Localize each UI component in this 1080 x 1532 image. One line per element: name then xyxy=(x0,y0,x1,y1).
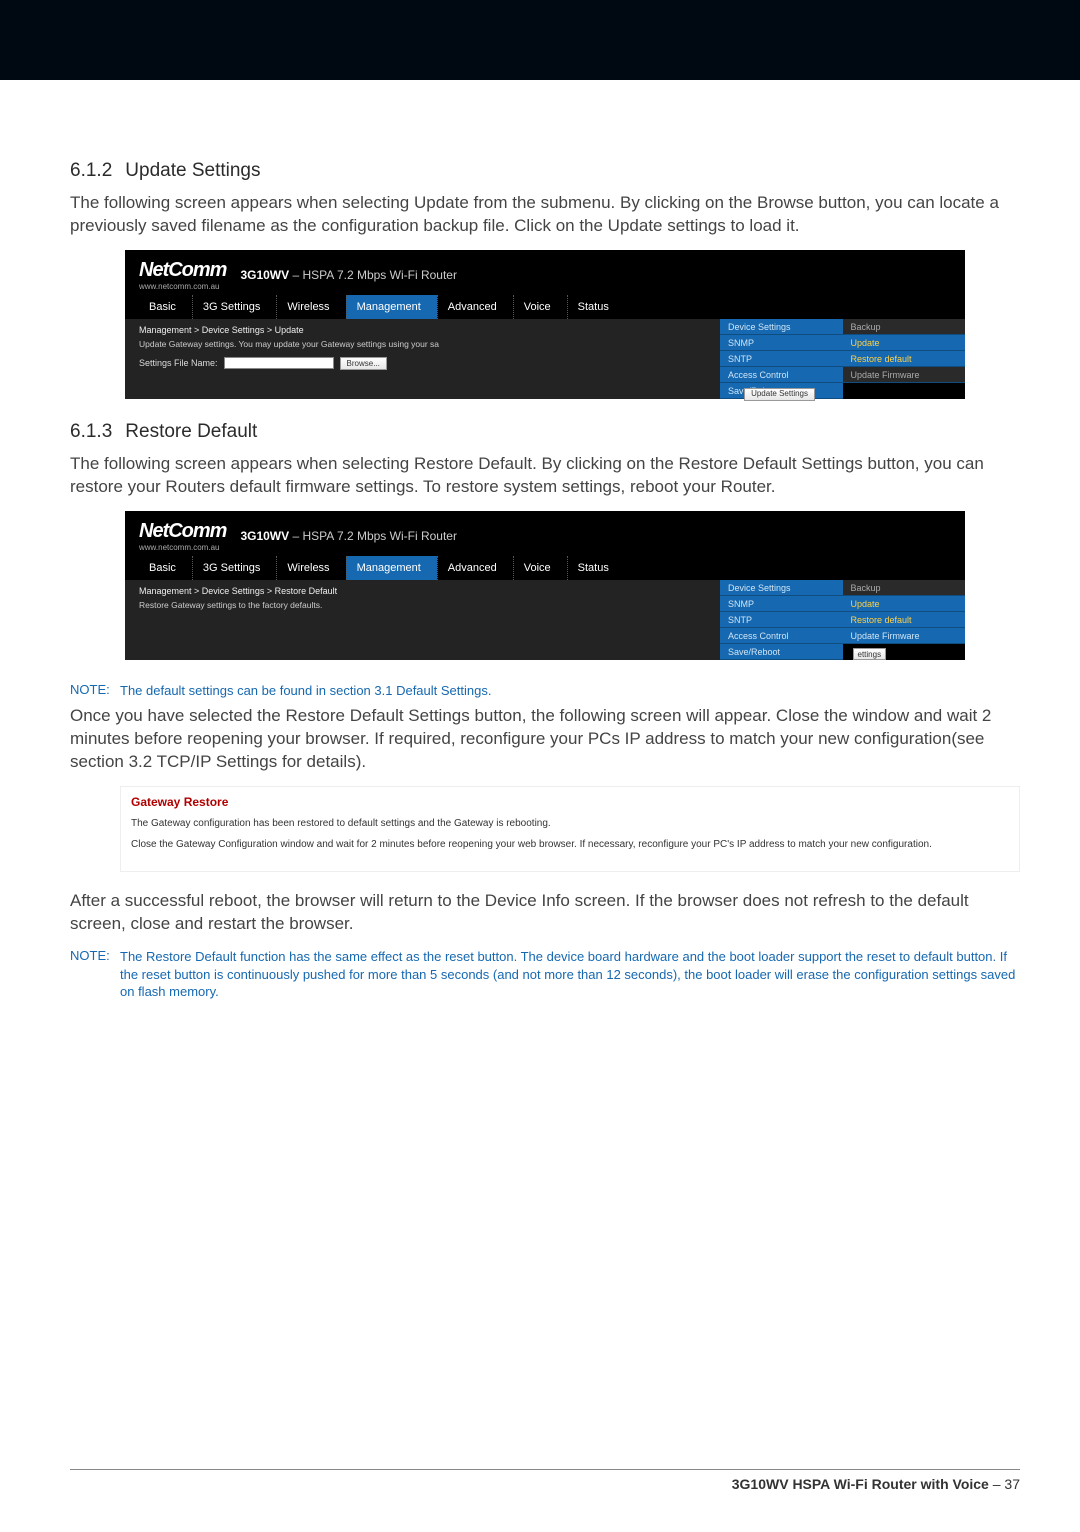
submenu-update[interactable]: Update xyxy=(843,335,966,351)
tab-voice[interactable]: Voice xyxy=(513,556,567,580)
router-model-rest: – HSPA 7.2 Mbps Wi-Fi Router xyxy=(289,529,457,543)
tab-advanced[interactable]: Advanced xyxy=(437,556,513,580)
tab-basic[interactable]: Basic xyxy=(139,556,192,580)
para-restore-intro: The following screen appears when select… xyxy=(70,453,1020,499)
tab-voice[interactable]: Voice xyxy=(513,295,567,319)
submenu-col1: Device Settings SNMP SNTP Access Control… xyxy=(720,319,843,399)
page-footer: 3G10WV HSPA Wi-Fi Router with Voice – 37 xyxy=(70,1469,1020,1492)
tab-management[interactable]: Management xyxy=(346,295,437,319)
router-tabs: Basic 3G Settings Wireless Management Ad… xyxy=(125,556,965,580)
footer-rule xyxy=(70,1469,1020,1470)
footer-text: 3G10WV HSPA Wi-Fi Router with Voice – 37 xyxy=(70,1476,1020,1492)
tab-status[interactable]: Status xyxy=(567,295,625,319)
router-main-panel: Management > Device Settings > Update Up… xyxy=(125,319,720,399)
router-brand-wrap: NetComm www.netcomm.com.au xyxy=(139,521,226,552)
gateway-restore-title: Gateway Restore xyxy=(131,795,1009,809)
para-after-reboot: After a successful reboot, the browser w… xyxy=(70,890,1020,936)
note-label: NOTE: xyxy=(70,948,120,1001)
tab-wireless[interactable]: Wireless xyxy=(276,295,345,319)
tab-management[interactable]: Management xyxy=(346,556,437,580)
para-update-intro: The following screen appears when select… xyxy=(70,192,1020,238)
submenu-access-control[interactable]: Access Control xyxy=(720,628,843,644)
gateway-line1: The Gateway configuration has been resto… xyxy=(131,817,1009,830)
router-model-bold: 3G10WV xyxy=(240,268,289,282)
submenu-access-control[interactable]: Access Control xyxy=(720,367,843,383)
submenu-backup[interactable]: Backup xyxy=(843,580,966,596)
gateway-restore-box: Gateway Restore The Gateway configuratio… xyxy=(120,786,1020,872)
settings-file-label: Settings File Name: xyxy=(139,358,218,368)
settings-file-row: Settings File Name: Browse... xyxy=(139,357,710,370)
router-sublogo: www.netcomm.com.au xyxy=(139,282,226,291)
ettings-button[interactable]: ettings xyxy=(853,648,887,660)
heading-title: Restore Default xyxy=(125,421,257,442)
heading-title: Update Settings xyxy=(125,160,260,181)
page-header-bar xyxy=(0,0,1080,80)
router-submenu: Device Settings SNMP SNTP Access Control… xyxy=(720,319,965,399)
submenu-col2: Backup Update Restore default Update Fir… xyxy=(843,580,966,660)
note-restore-default: NOTE: The Restore Default function has t… xyxy=(70,948,1020,1001)
heading-612: 6.1.2 Update Settings xyxy=(70,160,1020,182)
submenu-update-fw[interactable]: Update Firmware xyxy=(843,628,966,644)
heading-613: 6.1.3 Restore Default xyxy=(70,421,1020,443)
submenu-snmp[interactable]: SNMP xyxy=(720,596,843,612)
router-model: 3G10WV – HSPA 7.2 Mbps Wi-Fi Router xyxy=(240,529,457,543)
help-text: Restore Gateway settings to the factory … xyxy=(139,600,710,610)
router-body: Management > Device Settings > Update Up… xyxy=(125,319,965,399)
tab-status[interactable]: Status xyxy=(567,556,625,580)
router-brand-wrap: NetComm www.netcomm.com.au xyxy=(139,260,226,291)
update-settings-button[interactable]: Update Settings xyxy=(744,388,815,401)
submenu-restore[interactable]: Restore default xyxy=(843,351,966,367)
router-model-rest: – HSPA 7.2 Mbps Wi-Fi Router xyxy=(289,268,457,282)
settings-file-input[interactable] xyxy=(224,357,334,369)
submenu-ettings-wrap: ettings xyxy=(843,644,966,660)
submenu-backup[interactable]: Backup xyxy=(843,319,966,335)
note-body: The default settings can be found in sec… xyxy=(120,682,1020,700)
router-tabs: Basic 3G Settings Wireless Management Ad… xyxy=(125,295,965,319)
browse-button[interactable]: Browse... xyxy=(340,357,387,370)
note-default-settings: NOTE: The default settings can be found … xyxy=(70,682,1020,700)
router-main-panel: Management > Device Settings > Restore D… xyxy=(125,580,720,660)
tab-3g[interactable]: 3G Settings xyxy=(192,556,276,580)
submenu-blank xyxy=(843,383,966,399)
router-header: NetComm www.netcomm.com.au 3G10WV – HSPA… xyxy=(125,250,965,295)
page-content: 6.1.2 Update Settings The following scre… xyxy=(0,80,1080,1001)
tab-advanced[interactable]: Advanced xyxy=(437,295,513,319)
gateway-line2: Close the Gateway Configuration window a… xyxy=(131,838,1009,851)
tab-3g[interactable]: 3G Settings xyxy=(192,295,276,319)
heading-num: 6.1.3 xyxy=(70,421,120,443)
submenu-col1: Device Settings SNMP SNTP Access Control… xyxy=(720,580,843,660)
router-sublogo: www.netcomm.com.au xyxy=(139,543,226,552)
submenu-restore[interactable]: Restore default xyxy=(843,612,966,628)
note-body: The Restore Default function has the sam… xyxy=(120,948,1020,1001)
submenu-save-reboot[interactable]: Save/Reboot xyxy=(720,644,843,660)
submenu-col2: Backup Update Restore default Update Fir… xyxy=(843,319,966,399)
footer-product: 3G10WV HSPA Wi-Fi Router with Voice xyxy=(732,1476,989,1492)
breadcrumb: Management > Device Settings > Update xyxy=(139,325,710,335)
footer-sep: – xyxy=(989,1476,1005,1492)
router-body: Management > Device Settings > Restore D… xyxy=(125,580,965,660)
submenu-update[interactable]: Update xyxy=(843,596,966,612)
submenu-device-settings[interactable]: Device Settings xyxy=(720,319,843,335)
breadcrumb: Management > Device Settings > Restore D… xyxy=(139,586,710,596)
help-text: Update Gateway settings. You may update … xyxy=(139,339,710,349)
submenu-device-settings[interactable]: Device Settings xyxy=(720,580,843,596)
router-submenu: Device Settings SNMP SNTP Access Control… xyxy=(720,580,965,660)
router-brand: NetComm xyxy=(139,521,226,541)
heading-num: 6.1.2 xyxy=(70,160,120,182)
router-model: 3G10WV – HSPA 7.2 Mbps Wi-Fi Router xyxy=(240,268,457,282)
note-label: NOTE: xyxy=(70,682,120,700)
submenu-update-fw[interactable]: Update Firmware xyxy=(843,367,966,383)
router-model-bold: 3G10WV xyxy=(240,529,289,543)
router-header: NetComm www.netcomm.com.au 3G10WV – HSPA… xyxy=(125,511,965,556)
footer-page: 37 xyxy=(1004,1476,1020,1492)
router-brand: NetComm xyxy=(139,260,226,280)
router-screenshot-restore: NetComm www.netcomm.com.au 3G10WV – HSPA… xyxy=(125,511,965,660)
tab-basic[interactable]: Basic xyxy=(139,295,192,319)
submenu-snmp[interactable]: SNMP xyxy=(720,335,843,351)
para-restore-followup: Once you have selected the Restore Defau… xyxy=(70,705,1020,774)
submenu-sntp[interactable]: SNTP xyxy=(720,351,843,367)
router-screenshot-update: NetComm www.netcomm.com.au 3G10WV – HSPA… xyxy=(125,250,965,399)
submenu-sntp[interactable]: SNTP xyxy=(720,612,843,628)
tab-wireless[interactable]: Wireless xyxy=(276,556,345,580)
